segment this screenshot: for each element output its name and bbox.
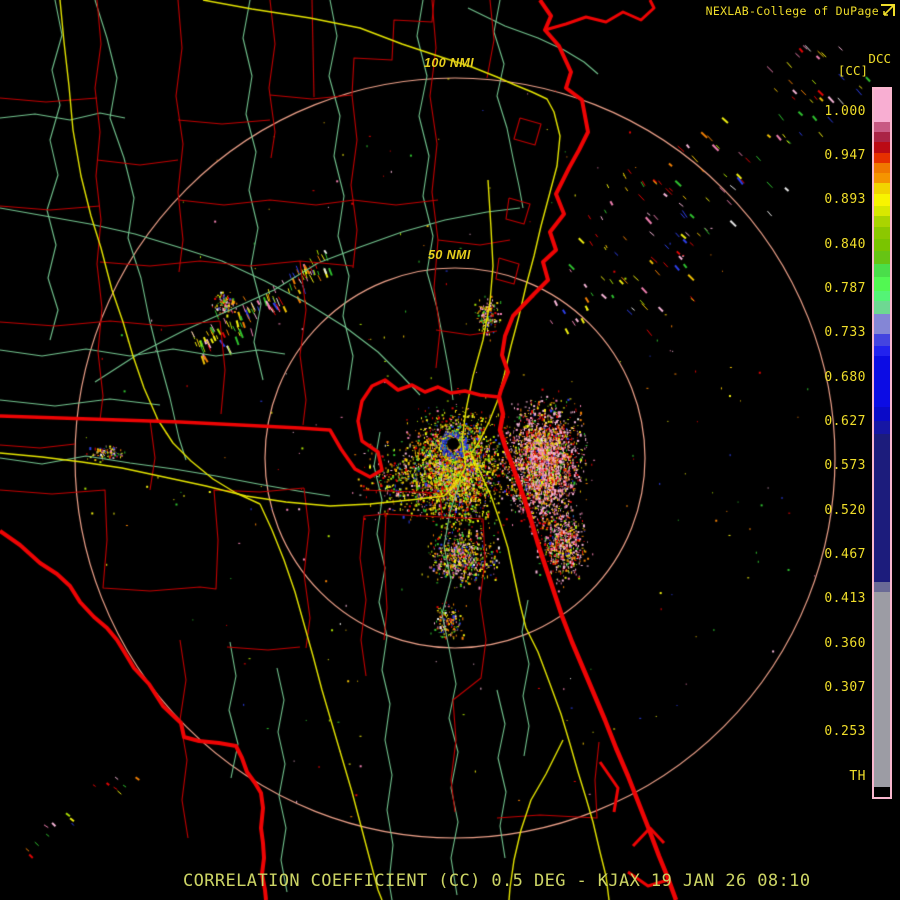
colorbar-units-label: [CC] xyxy=(837,63,868,78)
colorbar-segment xyxy=(874,301,890,314)
colorbar-segment xyxy=(874,122,890,132)
page-title: NEXLAB-College of DuPage xyxy=(705,4,879,18)
colorbar-tick: 0.893 xyxy=(824,192,866,207)
status-bar: CORRELATION COEFFICIENT (CC) 0.5 DEG - K… xyxy=(183,871,811,891)
colorbar-segment xyxy=(874,216,890,227)
colorbar-tick: 0.840 xyxy=(824,237,866,252)
radar-map-canvas xyxy=(0,0,900,900)
colorbar-segment xyxy=(874,163,890,173)
colorbar-tick: 0.360 xyxy=(824,636,866,651)
colorbar-segment xyxy=(874,227,890,239)
colorbar-segment xyxy=(874,251,890,264)
colorbar-tick: 0.253 xyxy=(824,724,866,739)
colorbar-tick: 1.000 xyxy=(824,104,866,119)
colorbar-tick: 0.413 xyxy=(824,591,866,606)
colorbar-segment xyxy=(874,291,890,301)
colorbar-segment xyxy=(874,356,890,407)
colorbar-tick: 0.573 xyxy=(824,458,866,473)
colorbar-segment xyxy=(874,153,890,163)
colorbar-segment xyxy=(874,592,890,787)
colorbar-segment xyxy=(874,89,890,122)
colorbar-segment xyxy=(874,206,890,216)
colorbar-segment xyxy=(874,239,890,251)
colorbar-tick: 0.680 xyxy=(824,370,866,385)
colorbar-segment xyxy=(874,132,890,142)
colorbar-tick: 0.307 xyxy=(824,680,866,695)
colorbar-tick: 0.733 xyxy=(824,325,866,340)
range-ring-label-100nmi: 100 NMI xyxy=(424,56,475,70)
colorbar-segment xyxy=(874,407,890,421)
colorbar-segment xyxy=(874,334,890,346)
colorbar-segment xyxy=(874,142,890,153)
colorbar-segment xyxy=(874,173,890,183)
colorbar-segment xyxy=(874,194,890,206)
cod-logo-icon xyxy=(881,4,895,16)
colorbar-tick: 0.787 xyxy=(824,281,866,296)
colorbar xyxy=(872,87,892,799)
colorbar-segment xyxy=(874,183,890,194)
colorbar-tick: 0.520 xyxy=(824,503,866,518)
colorbar-tick: 0.467 xyxy=(824,547,866,562)
colorbar-segment xyxy=(874,277,890,291)
colorbar-threshold-label: TH xyxy=(849,769,866,784)
colorbar-segment xyxy=(874,787,890,797)
colorbar-tick: 0.627 xyxy=(824,414,866,429)
colorbar-product-label: DCC xyxy=(868,51,891,66)
colorbar-segment xyxy=(874,421,890,434)
colorbar-segment xyxy=(874,346,890,356)
radar-display: NEXLAB-College of DuPage DCC [CC] 1.000 0… xyxy=(0,0,900,900)
colorbar-segment xyxy=(874,582,890,592)
colorbar-tick: 0.947 xyxy=(824,148,866,163)
colorbar-segment xyxy=(874,314,890,334)
colorbar-segment xyxy=(874,264,890,277)
range-ring-label-50nmi: 50 NMI xyxy=(428,248,471,262)
colorbar-segment xyxy=(874,434,890,582)
